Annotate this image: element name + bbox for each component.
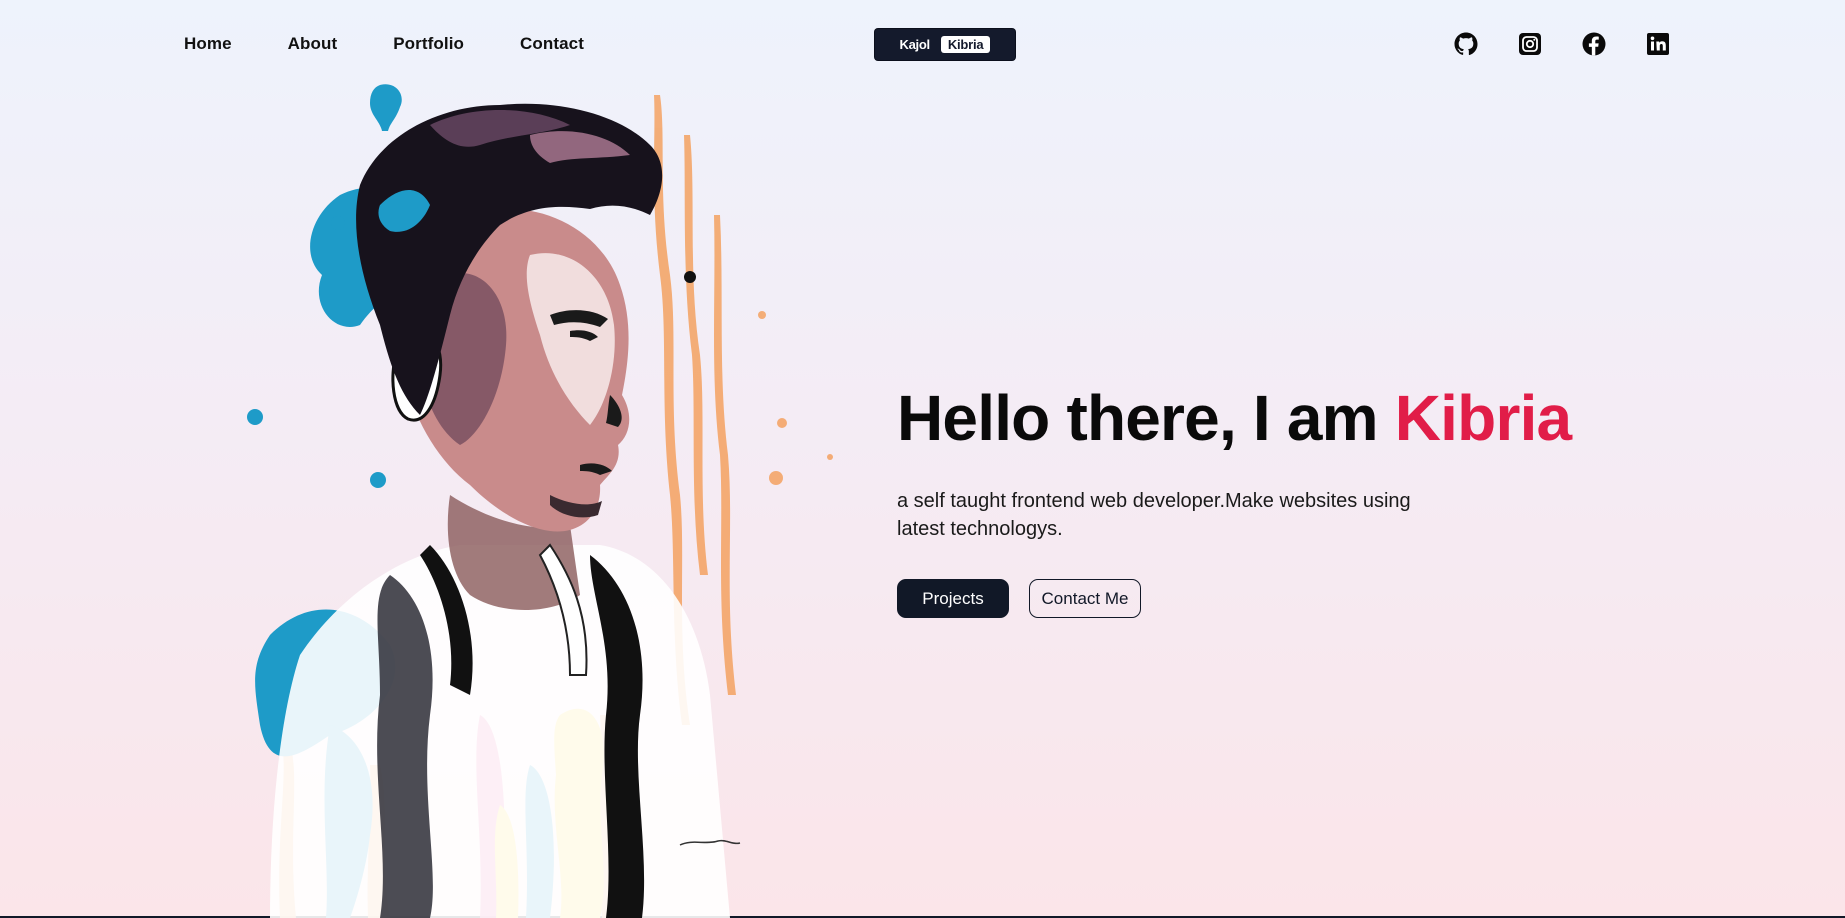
nav-links: Home About Portfolio Contact <box>184 34 640 54</box>
hero-title-name: Kibria <box>1394 382 1572 454</box>
nav-link-portfolio[interactable]: Portfolio <box>393 34 464 54</box>
facebook-icon-graphic <box>1582 32 1606 56</box>
logo-last-name: Kibria <box>940 36 991 53</box>
instagram-icon-graphic <box>1519 33 1541 55</box>
linkedin-icon-graphic <box>1647 33 1669 55</box>
github-icon[interactable] <box>1454 32 1478 56</box>
facebook-icon[interactable] <box>1582 32 1606 56</box>
nav-link-about[interactable]: About <box>288 34 338 54</box>
contact-me-button[interactable]: Contact Me <box>1029 579 1141 618</box>
site-logo[interactable]: Kajol Kibria <box>875 29 1015 60</box>
instagram-icon[interactable] <box>1518 32 1542 56</box>
nav-link-home[interactable]: Home <box>184 34 232 54</box>
portrait-art <box>247 84 833 918</box>
hero-section: Hello there, I am Kibria a self taught f… <box>897 380 1717 618</box>
projects-button[interactable]: Projects <box>897 579 1009 618</box>
nav-link-contact[interactable]: Contact <box>520 34 584 54</box>
social-links <box>1454 32 1670 56</box>
hero-buttons: Projects Contact Me <box>897 579 1717 618</box>
hero-portrait-illustration <box>230 75 860 918</box>
linkedin-icon[interactable] <box>1646 32 1670 56</box>
logo-first-name: Kajol <box>899 37 931 52</box>
github-icon-graphic <box>1454 32 1478 56</box>
hero-title-prefix: Hello there, I am <box>897 382 1379 454</box>
hero-title: Hello there, I am Kibria <box>897 380 1717 456</box>
hero-subtitle: a self taught frontend web developer.Mak… <box>897 490 1411 540</box>
